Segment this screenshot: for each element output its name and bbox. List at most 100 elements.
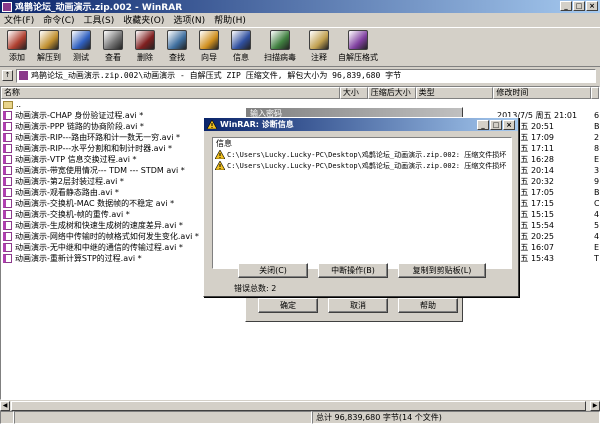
scroll-left-arrow[interactable]: ◀	[0, 401, 10, 411]
menu-file[interactable]: 文件(F)	[4, 13, 34, 26]
wizard-icon	[199, 30, 219, 50]
scan-virus-icon	[270, 30, 290, 50]
horizontal-scrollbar[interactable]: ◀ ▶	[0, 400, 600, 411]
toolbar-label: 信息	[233, 53, 249, 62]
info-icon	[231, 30, 251, 50]
toolbar-label: 添加	[9, 53, 25, 62]
winrar-icon	[2, 1, 12, 12]
menu-commands[interactable]: 命令(C)	[43, 13, 74, 26]
status-bar: 总计 96,839,680 字节(14 个文件)	[0, 411, 600, 424]
close-button[interactable]: ×	[586, 1, 598, 11]
toolbar: 添加 解压到 测试 查看 删除 查找 向导 信息 扫描病毒 注释 自解压格式	[0, 27, 600, 67]
copy-to-clipboard-button[interactable]: 复制到剪贴板(L)	[398, 263, 486, 278]
col-type[interactable]: 类型	[415, 87, 494, 99]
file-name: 动画演示-交换机-MAC 数据帧的不稳定 avi *	[15, 199, 175, 208]
status-drive-icon	[0, 411, 14, 424]
menu-help[interactable]: 帮助(H)	[214, 13, 246, 26]
archive-icon	[19, 71, 28, 80]
toolbar-view-button[interactable]: 查看	[98, 28, 128, 66]
diagnostic-title: WinRAR: 诊断信息	[220, 120, 294, 129]
message-row[interactable]: C:\Users\Lucky.Lucky-PC\Desktop\鸡鹊论坛_动画演…	[213, 160, 511, 171]
menu-tools[interactable]: 工具(S)	[84, 13, 115, 26]
file-extra: 5	[594, 221, 600, 230]
minimize-button[interactable]: _	[560, 1, 572, 11]
toolbar-sfx-button[interactable]: 自解压格式	[336, 28, 380, 66]
folder-icon	[3, 100, 13, 109]
help-button[interactable]: 帮助	[398, 298, 458, 313]
toolbar-add-books-button[interactable]: 添加	[2, 28, 32, 66]
path-text: 鸡鹊论坛_动画演示.zip.002\动画演示 - 自解压式 ZIP 压缩文件, …	[31, 71, 402, 80]
toolbar-label: 注释	[311, 53, 327, 62]
toolbar-label: 向导	[201, 53, 217, 62]
warning-icon	[215, 150, 225, 159]
file-name: 动画演示-VTP 信息交换过程.avi *	[15, 155, 137, 164]
menu-favorites[interactable]: 收藏夹(O)	[123, 13, 164, 26]
scroll-right-arrow[interactable]: ▶	[590, 401, 600, 411]
video-file-icon	[3, 199, 12, 208]
file-name: 动画演示-CHAP 身份验证过程.avi *	[15, 111, 144, 120]
cancel-button[interactable]: 取消	[328, 298, 388, 313]
break-operation-button[interactable]: 中断操作(B)	[318, 263, 388, 278]
toolbar-label: 查找	[169, 53, 185, 62]
toolbar-test-button[interactable]: 测试	[66, 28, 96, 66]
toolbar-label: 删除	[137, 53, 153, 62]
up-folder-button[interactable]: ↑	[2, 70, 13, 81]
video-file-icon	[3, 232, 12, 241]
toolbar-info-button[interactable]: 信息	[226, 28, 256, 66]
add-books-icon	[7, 30, 27, 50]
toolbar-extract-to-button[interactable]: 解压到	[34, 28, 64, 66]
video-file-icon	[3, 166, 12, 175]
menu-bar: 文件(F) 命令(C) 工具(S) 收藏夹(O) 选项(N) 帮助(H)	[0, 13, 600, 26]
toolbar-label: 查看	[105, 53, 121, 62]
file-name: 动画演示-RIP---路由环路和计一数无一穷.avi *	[15, 133, 181, 142]
diagnostic-dialog: WinRAR: 诊断信息 _ □ × 信息 C:\Users\Lucky.Luc…	[203, 117, 519, 297]
file-name: 动画演示-生成树和快速生成树的速度差异.avi *	[15, 221, 183, 230]
toolbar-comment-button[interactable]: 注释	[304, 28, 334, 66]
sfx-icon	[348, 30, 368, 50]
video-file-icon	[3, 155, 12, 164]
file-extra: B	[594, 122, 600, 131]
file-name: 动画演示-带宽使用情况--- TDM --- STDM avi *	[15, 166, 185, 175]
file-extra: 4	[594, 210, 600, 219]
warning-icon	[207, 120, 217, 129]
maximize-button[interactable]: □	[573, 1, 585, 11]
toolbar-delete-button[interactable]: 删除	[130, 28, 160, 66]
ok-button[interactable]: 确定	[258, 298, 318, 313]
col-size[interactable]: 大小	[339, 87, 368, 99]
message-list-header: 信息	[216, 139, 232, 148]
toolbar-label: 测试	[73, 53, 89, 62]
path-field[interactable]: 鸡鹊论坛_动画演示.zip.002\动画演示 - 自解压式 ZIP 压缩文件, …	[16, 68, 596, 83]
file-extra: E	[594, 155, 600, 164]
message-row[interactable]: C:\Users\Lucky.Lucky-PC\Desktop\鸡鹊论坛_动画演…	[213, 149, 511, 160]
col-name[interactable]: 名称	[1, 87, 340, 99]
toolbar-label: 扫描病毒	[264, 53, 296, 62]
col-modified[interactable]: 修改时间	[493, 87, 592, 99]
video-file-icon	[3, 243, 12, 252]
toolbar-find-button[interactable]: 查找	[162, 28, 192, 66]
video-file-icon	[3, 122, 12, 131]
video-file-icon	[3, 111, 12, 120]
video-file-icon	[3, 177, 12, 186]
scroll-thumb[interactable]	[11, 401, 586, 411]
toolbar-scan-virus-button[interactable]: 扫描病毒	[258, 28, 302, 66]
close-dialog-button[interactable]: 关闭(C)	[238, 263, 308, 278]
message-text: C:\Users\Lucky.Lucky-PC\Desktop\鸡鹊论坛_动画演…	[227, 161, 507, 170]
file-extra: 4	[594, 232, 600, 241]
diag-close-button[interactable]: ×	[503, 120, 515, 130]
menu-options[interactable]: 选项(N)	[173, 13, 205, 26]
file-name: 动画演示-RIP---水平分割和和制计时器.avi *	[15, 144, 173, 153]
diag-minimize-button[interactable]: _	[477, 120, 489, 130]
file-name: 动画演示-观看静态路由.avi *	[15, 188, 119, 197]
status-total: 总计 96,839,680 字节(14 个文件)	[312, 411, 600, 424]
message-list[interactable]: 信息 C:\Users\Lucky.Lucky-PC\Desktop\鸡鹊论坛_…	[212, 137, 512, 269]
file-name: 动画演示-网络中传输时的帧格式如何发生变化.avi *	[15, 232, 199, 241]
toolbar-wizard-button[interactable]: 向导	[194, 28, 224, 66]
toolbar-label: 解压到	[37, 53, 61, 62]
delete-icon	[135, 30, 155, 50]
file-extra: B	[594, 188, 600, 197]
col-packed[interactable]: 压缩后大小	[367, 87, 416, 99]
diag-maximize-button[interactable]: □	[490, 120, 502, 130]
file-extra: T	[594, 254, 599, 263]
col-extra[interactable]	[591, 87, 599, 99]
video-file-icon	[3, 144, 12, 153]
